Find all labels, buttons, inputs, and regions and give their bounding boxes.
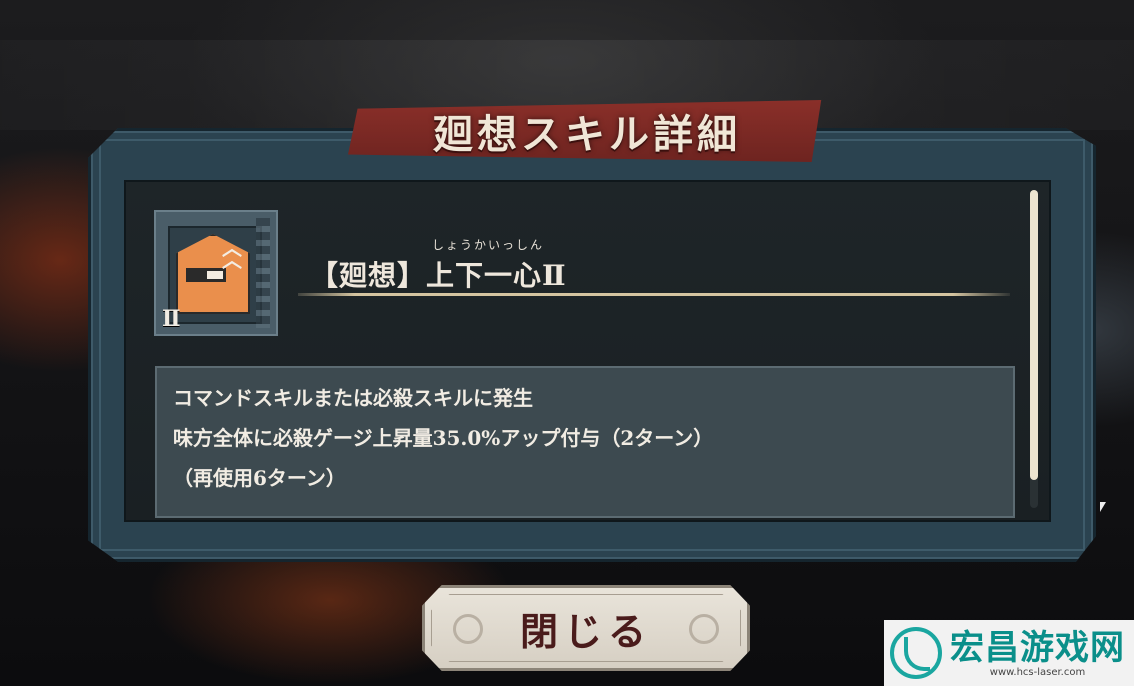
up-arrows-icon: ︿ ︿ (222, 236, 242, 272)
ornament-icon (689, 614, 719, 644)
skill-icon-frame: ︿ ︿ Ⅱ (154, 210, 278, 336)
mouse-cursor-icon (1100, 502, 1106, 512)
scrollbar-thumb[interactable] (1030, 190, 1038, 480)
watermark-logo-icon (890, 627, 942, 679)
skill-name-furigana: しょうかいっしん (432, 238, 545, 252)
description-line: コマンドスキルまたは必殺スキルに発生 (173, 386, 533, 410)
description-line: （再使用6ターン） (173, 466, 346, 490)
skill-level-badge: Ⅱ (162, 306, 181, 332)
close-button[interactable]: 閉じる (422, 585, 750, 671)
watermark-url: www.hcs-laser.com (989, 666, 1086, 678)
skill-name: 【廻想】上下一心Ⅱ (310, 259, 567, 292)
watermark-title: 宏昌游戏网 (950, 627, 1125, 668)
description-line: 味方全体に必殺ゲージ上昇量35.0%アップ付与（2ターン） (173, 426, 714, 450)
dialog-title-banner: 廻想スキル詳細 (348, 100, 822, 162)
close-button-label: 閉じる (519, 608, 652, 654)
gauge-bar-icon (186, 268, 226, 282)
skill-name-divider (298, 293, 1010, 296)
watermark: 宏昌游戏网 www.hcs-laser.com (884, 620, 1134, 686)
skill-description-box: コマンドスキルまたは必殺スキルに発生 味方全体に必殺ゲージ上昇量35.0%アップ… (155, 366, 1015, 518)
ornament-icon (453, 614, 483, 644)
scrollbar[interactable] (1030, 190, 1038, 508)
dialog-title: 廻想スキル詳細 (433, 111, 741, 158)
